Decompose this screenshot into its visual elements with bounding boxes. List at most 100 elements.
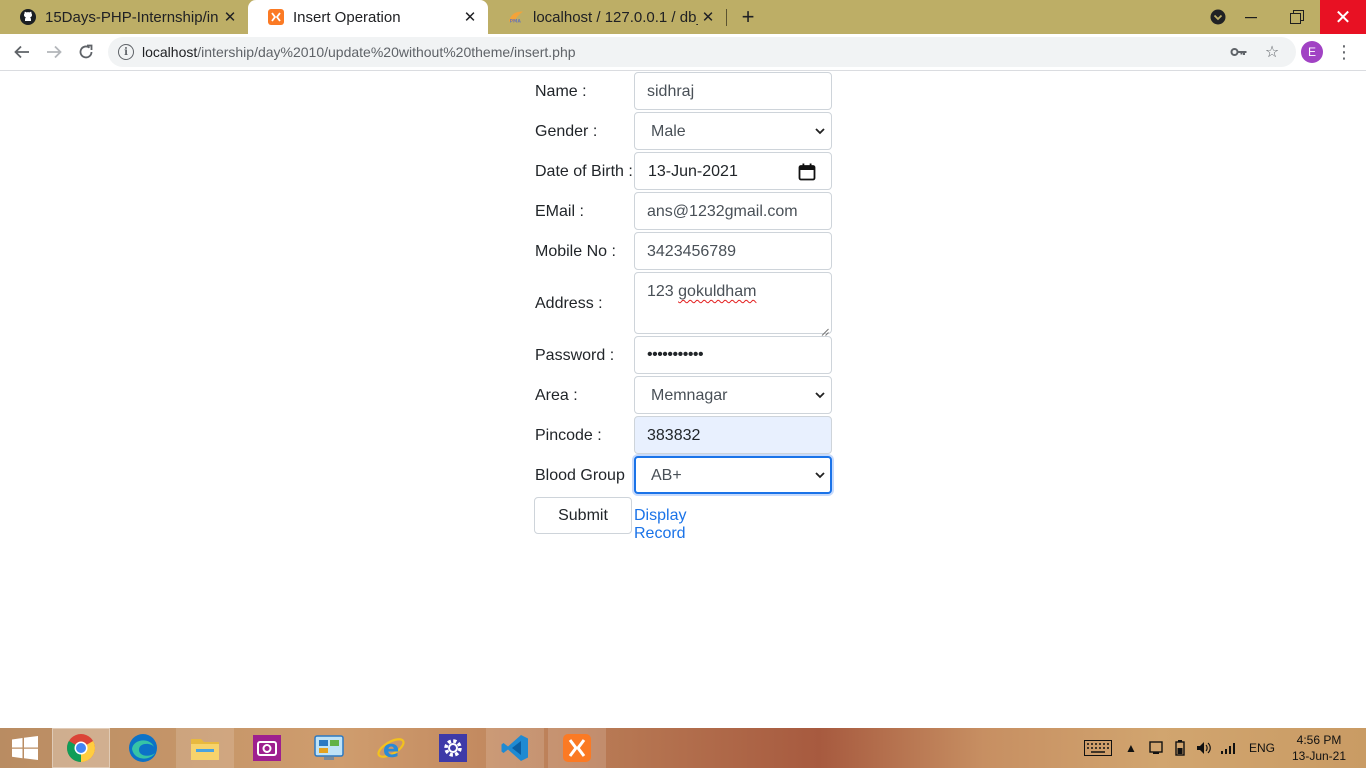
tab-strip: 15Days-PHP-Internship/in ✕ Insert Operat… — [0, 0, 1366, 34]
close-tab-icon[interactable]: ✕ — [698, 7, 718, 27]
keyboard-icon[interactable] — [1082, 728, 1114, 768]
file-explorer-icon — [191, 739, 219, 760]
dob-date-input[interactable]: 13-Jun-2021 — [634, 152, 832, 190]
restore-icon — [1290, 10, 1304, 24]
email-label: EMail : — [535, 203, 584, 220]
taskbar: e ▲ ENG 4:56 PM 13-Jun-21 — [0, 728, 1366, 768]
tab-phpmyadmin[interactable]: PMA localhost / 127.0.0.1 / db_i ✕ — [488, 0, 726, 34]
battery-icon[interactable] — [1170, 728, 1190, 768]
mobile-input[interactable]: 3423456789 — [634, 232, 832, 270]
email-input[interactable]: ans@1232gmail.com — [634, 192, 832, 230]
area-select[interactable]: Memnagar — [634, 376, 832, 414]
phpmyadmin-icon: PMA — [508, 9, 524, 25]
address-value: 123 gokuldham — [647, 283, 756, 301]
start-button[interactable] — [0, 728, 50, 768]
dob-value: 13-Jun-2021 — [648, 163, 738, 180]
submit-button[interactable]: Submit — [534, 497, 632, 534]
tab-title: 15Days-PHP-Internship/in — [45, 8, 219, 26]
wifi-signal-icon[interactable] — [1218, 728, 1238, 768]
browser-toolbar: i localhost/intership/day%2010/update%20… — [0, 34, 1366, 71]
key-icon[interactable] — [1229, 42, 1249, 62]
name-label: Name : — [535, 83, 587, 100]
taskbar-file-explorer[interactable] — [176, 728, 234, 768]
new-tab-button[interactable]: + — [735, 4, 761, 30]
password-label: Password : — [535, 347, 615, 364]
email-value: ans@1232gmail.com — [647, 203, 798, 220]
minimize-icon — [1245, 17, 1257, 19]
address-label: Address : — [535, 295, 603, 312]
taskbar-xampp[interactable] — [548, 728, 606, 768]
svg-text:PMA: PMA — [510, 18, 522, 24]
bookmark-star-icon[interactable]: ☆ — [1262, 42, 1282, 62]
settings-icon — [439, 734, 467, 762]
info-icon[interactable]: i — [118, 44, 134, 60]
area-label: Area : — [535, 387, 578, 404]
display-record-link[interactable]: Display Record — [634, 507, 686, 543]
vscode-icon — [501, 735, 528, 761]
tab-github[interactable]: 15Days-PHP-Internship/in ✕ — [0, 0, 248, 34]
resize-grip-icon[interactable] — [821, 323, 829, 336]
name-value: sidhraj — [647, 83, 695, 100]
address-textarea[interactable]: 123 gokuldham — [634, 272, 832, 336]
chevron-up-icon[interactable]: ▲ — [1122, 728, 1140, 768]
chevron-down-icon — [1210, 9, 1226, 25]
forward-button[interactable] — [40, 38, 68, 66]
arrow-left-icon — [14, 45, 29, 59]
close-tab-icon[interactable]: ✕ — [220, 7, 240, 27]
url-text: localhost/intership/day%2010/update%20wi… — [142, 44, 576, 60]
minimize-button[interactable] — [1228, 0, 1274, 34]
gender-select[interactable]: Male — [634, 112, 832, 150]
taskbar-vscode[interactable] — [486, 728, 544, 768]
chevron-down-icon — [814, 122, 826, 140]
tab-insert-operation[interactable]: Insert Operation ✕ — [248, 0, 488, 34]
blood-group-value: AB+ — [651, 467, 682, 484]
address-bar[interactable]: i localhost/intership/day%2010/update%20… — [108, 37, 1296, 67]
password-input[interactable]: ••••••••••• — [634, 336, 832, 374]
close-icon: ✕ — [1334, 6, 1352, 29]
tab-title: Insert Operation — [293, 8, 401, 26]
blood-group-select[interactable]: AB+ — [634, 456, 832, 494]
taskbar-control-panel[interactable] — [300, 728, 358, 768]
xampp-icon — [268, 9, 284, 25]
taskbar-internet-explorer[interactable]: e — [362, 728, 420, 768]
back-button[interactable] — [8, 38, 36, 66]
chevron-down-icon — [814, 386, 826, 404]
pincode-value: 383832 — [647, 427, 701, 444]
calendar-icon[interactable] — [798, 163, 816, 181]
taskbar-edge[interactable] — [114, 728, 172, 768]
password-value: ••••••••••• — [647, 346, 704, 363]
language-indicator[interactable]: ENG — [1246, 728, 1278, 768]
address-word: gokuldham — [678, 283, 757, 300]
profile-avatar[interactable]: E — [1301, 41, 1323, 63]
gender-value: Male — [651, 123, 686, 140]
blood-group-label: Blood Group — [535, 467, 625, 484]
network-icon[interactable] — [1146, 728, 1166, 768]
address-number: 123 — [647, 283, 674, 300]
taskbar-camera-app[interactable] — [238, 728, 296, 768]
chevron-down-icon — [814, 466, 826, 484]
restore-button[interactable] — [1274, 0, 1320, 34]
control-panel-icon — [314, 735, 344, 760]
gender-label: Gender : — [535, 123, 598, 140]
pincode-label: Pincode : — [535, 427, 602, 444]
taskbar-chrome[interactable] — [52, 728, 110, 768]
close-tab-icon[interactable]: ✕ — [460, 7, 480, 27]
edge-icon — [129, 734, 157, 762]
close-window-button[interactable]: ✕ — [1320, 0, 1366, 34]
more-menu-icon[interactable]: ⋮ — [1335, 38, 1353, 66]
github-icon — [20, 9, 36, 25]
tab-title: localhost / 127.0.0.1 / db_i — [533, 8, 698, 26]
clock-time: 4:56 PM — [1296, 733, 1342, 747]
clock[interactable]: 4:56 PM 13-Jun-21 — [1286, 732, 1352, 764]
dob-label: Date of Birth : — [535, 163, 633, 180]
volume-icon[interactable] — [1194, 728, 1214, 768]
windows-start-icon — [12, 736, 38, 760]
taskbar-settings[interactable] — [424, 728, 482, 768]
name-input[interactable]: sidhraj — [634, 72, 832, 110]
pincode-input[interactable]: 383832 — [634, 416, 832, 454]
tab-separator — [726, 9, 727, 26]
reload-icon — [79, 44, 93, 59]
clock-date: 13-Jun-21 — [1291, 749, 1347, 763]
internet-explorer-icon: e — [377, 735, 405, 763]
reload-button[interactable] — [72, 38, 100, 66]
